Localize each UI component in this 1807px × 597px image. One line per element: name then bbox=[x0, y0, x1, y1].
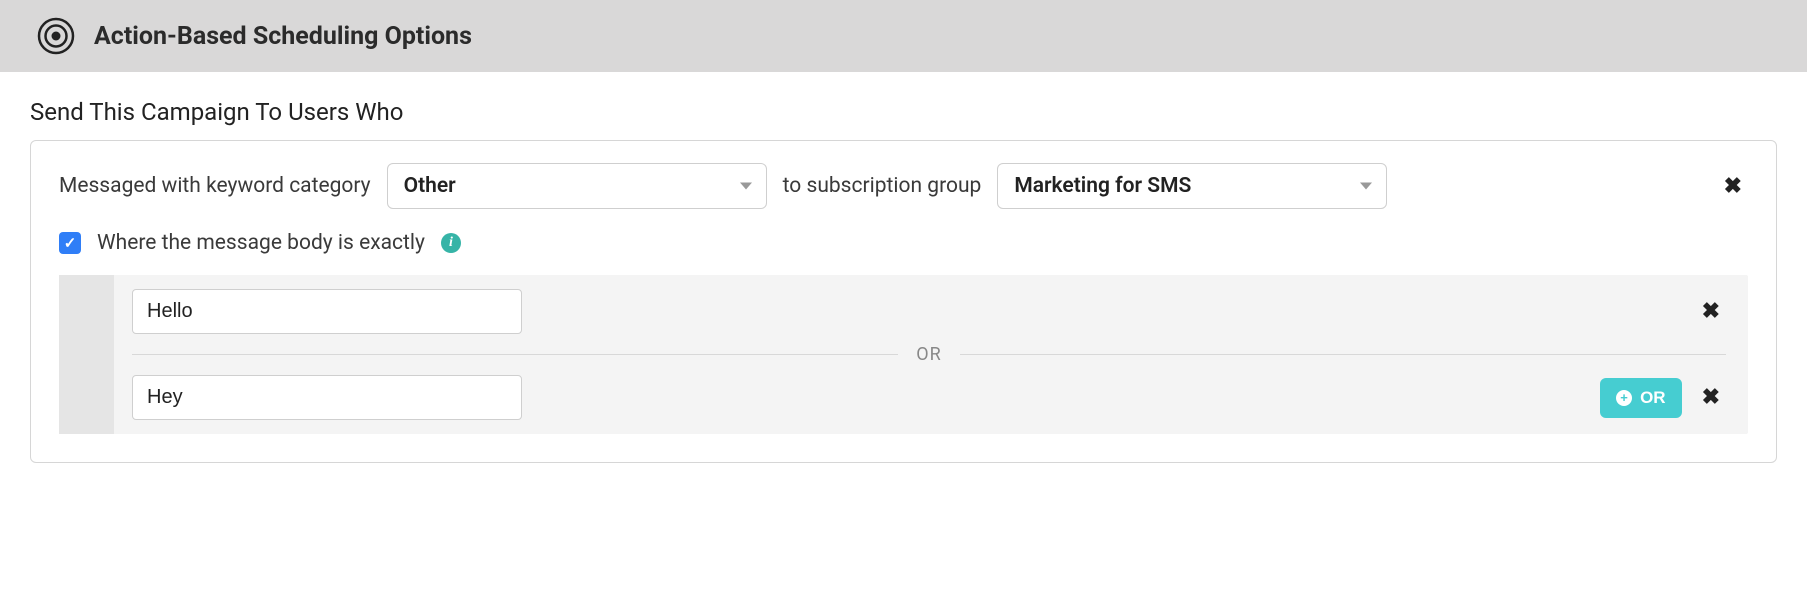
message-body-checkbox[interactable]: ✓ bbox=[59, 232, 81, 254]
panel-header: Action-Based Scheduling Options bbox=[0, 0, 1807, 72]
keyword-category-value: Other bbox=[404, 174, 456, 198]
remove-condition-button[interactable]: ✖ bbox=[1696, 293, 1726, 330]
add-or-label: OR bbox=[1640, 388, 1666, 408]
conditions-container: ✖ OR + OR ✖ bbox=[59, 275, 1748, 434]
target-icon bbox=[36, 16, 76, 56]
condition-row: + OR ✖ bbox=[132, 375, 1726, 420]
message-body-input[interactable] bbox=[132, 375, 522, 420]
plus-circle-icon: + bbox=[1616, 390, 1632, 406]
subscription-group-select[interactable]: Marketing for SMS bbox=[997, 163, 1387, 209]
trigger-middle-text: to subscription group bbox=[783, 174, 982, 198]
remove-condition-button[interactable]: ✖ bbox=[1696, 379, 1726, 416]
message-body-label: Where the message body is exactly bbox=[97, 231, 425, 255]
subscription-group-value: Marketing for SMS bbox=[1014, 174, 1191, 198]
trigger-prefix-text: Messaged with keyword category bbox=[59, 174, 371, 198]
trigger-rule-box: Messaged with keyword category Other to … bbox=[30, 140, 1777, 463]
trigger-row: Messaged with keyword category Other to … bbox=[59, 163, 1748, 209]
keyword-category-select[interactable]: Other bbox=[387, 163, 767, 209]
chevron-down-icon bbox=[740, 183, 752, 190]
conditions-gutter bbox=[59, 275, 114, 434]
remove-trigger-button[interactable]: ✖ bbox=[1718, 168, 1748, 205]
info-icon[interactable]: i bbox=[441, 233, 461, 253]
section-label: Send This Campaign To Users Who bbox=[30, 98, 1777, 126]
message-body-row: ✓ Where the message body is exactly i bbox=[59, 231, 1748, 255]
chevron-down-icon bbox=[1360, 183, 1372, 190]
or-divider: OR bbox=[132, 344, 1726, 365]
add-or-button[interactable]: + OR bbox=[1600, 378, 1682, 418]
panel-title: Action-Based Scheduling Options bbox=[94, 22, 472, 51]
message-body-input[interactable] bbox=[132, 289, 522, 334]
or-divider-label: OR bbox=[916, 344, 941, 365]
condition-row: ✖ bbox=[132, 289, 1726, 334]
